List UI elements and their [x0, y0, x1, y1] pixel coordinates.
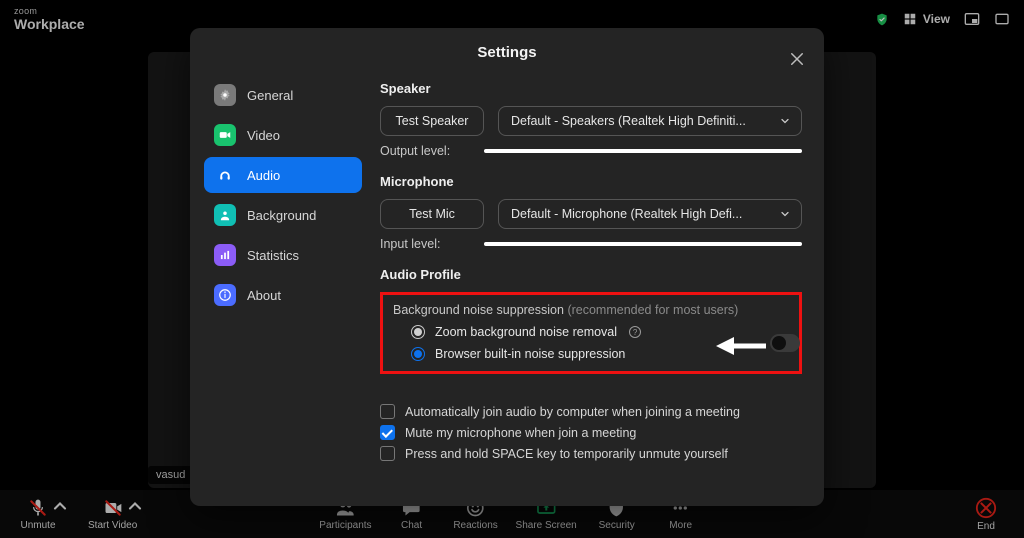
sidebar-item-label: Statistics — [247, 248, 299, 263]
check-label: Automatically join audio by computer whe… — [405, 405, 740, 419]
headphones-icon — [214, 164, 236, 186]
check-label: Press and hold SPACE key to temporarily … — [405, 447, 728, 461]
sidebar-item-label: Audio — [247, 168, 280, 183]
toggle-knob — [772, 336, 786, 350]
sidebar-item-label: Video — [247, 128, 280, 143]
check-label: Mute my microphone when join a meeting — [405, 426, 636, 440]
test-mic-button[interactable]: Test Mic — [380, 199, 484, 229]
mic-device-value: Default - Microphone (Realtek High Defi.… — [511, 207, 742, 221]
speaker-section-label: Speaker — [380, 81, 802, 96]
sidebar-item-video[interactable]: Video — [204, 117, 362, 153]
bns-heading: Background noise suppression (recommende… — [393, 303, 789, 317]
checkbox-icon — [380, 404, 395, 419]
sidebar-item-background[interactable]: Background — [204, 197, 362, 233]
bns-option-label: Browser built-in noise suppression — [435, 347, 625, 361]
bns-title: Background noise suppression — [393, 303, 564, 317]
sidebar-item-statistics[interactable]: Statistics — [204, 237, 362, 273]
test-speaker-button[interactable]: Test Speaker — [380, 106, 484, 136]
sidebar-item-label: General — [247, 88, 293, 103]
settings-sidebar: General Video Audio Background Statistic… — [190, 69, 372, 501]
output-level-label: Output level: — [380, 144, 470, 158]
radio-icon — [411, 325, 425, 339]
sidebar-item-about[interactable]: About — [204, 277, 362, 313]
checkbox-icon — [380, 425, 395, 440]
info-icon[interactable]: ? — [629, 326, 641, 338]
audio-profile-label: Audio Profile — [380, 267, 802, 282]
settings-dialog: Settings General Video Audio Background — [190, 28, 824, 506]
chevron-down-icon — [779, 208, 791, 220]
chevron-down-icon — [779, 115, 791, 127]
annotation-arrow-icon — [716, 335, 766, 357]
check-auto-join[interactable]: Automatically join audio by computer whe… — [380, 404, 802, 419]
sidebar-item-audio[interactable]: Audio — [204, 157, 362, 193]
sidebar-item-general[interactable]: General — [204, 77, 362, 113]
input-level-meter — [484, 242, 802, 246]
bns-option-label: Zoom background noise removal — [435, 325, 617, 339]
gear-icon — [214, 84, 236, 106]
annotation-toggle[interactable] — [770, 334, 800, 352]
settings-pane-audio: Speaker Test Speaker Default - Speakers … — [372, 69, 824, 501]
checkbox-icon — [380, 446, 395, 461]
output-level-meter — [484, 149, 802, 153]
sidebar-item-label: Background — [247, 208, 316, 223]
background-icon — [214, 204, 236, 226]
close-icon[interactable] — [788, 50, 806, 68]
speaker-device-value: Default - Speakers (Realtek High Definit… — [511, 114, 746, 128]
radio-icon — [411, 347, 425, 361]
settings-title: Settings — [190, 28, 824, 69]
check-space-unmute[interactable]: Press and hold SPACE key to temporarily … — [380, 446, 802, 461]
bns-highlight: Background noise suppression (recommende… — [380, 292, 802, 374]
statistics-icon — [214, 244, 236, 266]
bns-recommended: (recommended for most users) — [567, 303, 738, 317]
mic-device-select[interactable]: Default - Microphone (Realtek High Defi.… — [498, 199, 802, 229]
check-mute-on-join[interactable]: Mute my microphone when join a meeting — [380, 425, 802, 440]
info-icon — [214, 284, 236, 306]
mic-section-label: Microphone — [380, 174, 802, 189]
sidebar-item-label: About — [247, 288, 281, 303]
video-icon — [214, 124, 236, 146]
speaker-device-select[interactable]: Default - Speakers (Realtek High Definit… — [498, 106, 802, 136]
input-level-label: Input level: — [380, 237, 470, 251]
